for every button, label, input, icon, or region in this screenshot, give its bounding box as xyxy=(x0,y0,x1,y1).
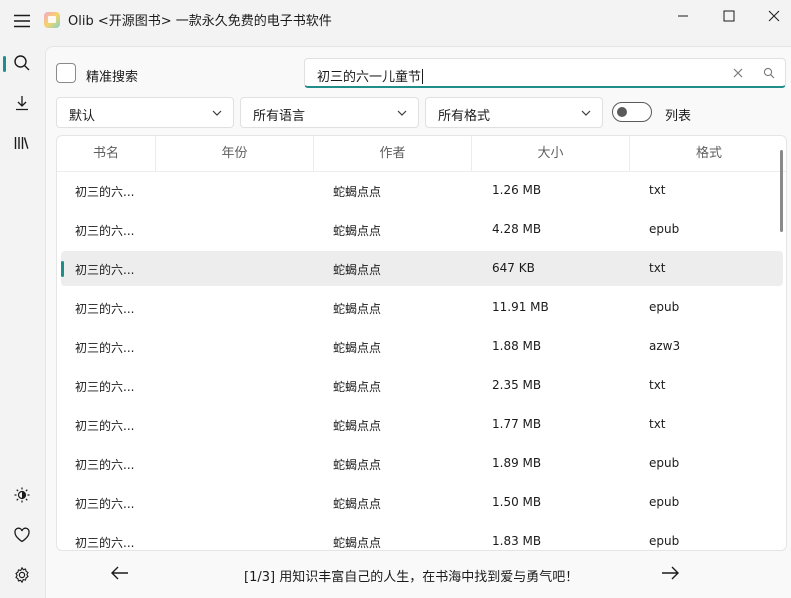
table-header: 书名 年份 作者 大小 格式 xyxy=(57,136,786,172)
format-value: 所有格式 xyxy=(438,109,491,124)
table-row[interactable]: 初三的六... 蛇蝎点点 4.28 MB epub xyxy=(61,212,783,247)
download-nav-button[interactable] xyxy=(4,86,40,120)
cell-size: 1.50 MB xyxy=(492,495,542,509)
cell-author: 蛇蝎点点 xyxy=(333,341,382,355)
cell-size: 647 KB xyxy=(492,261,535,275)
close-button[interactable] xyxy=(751,0,791,32)
cell-format: epub xyxy=(649,300,680,314)
search-icon[interactable] xyxy=(763,67,775,79)
cell-author: 蛇蝎点点 xyxy=(333,302,382,316)
table-row[interactable]: 初三的六... 蛇蝎点点 1.26 MB txt xyxy=(61,173,783,208)
cell-title: 初三的六... xyxy=(75,536,135,550)
column-header-author[interactable]: 作者 xyxy=(314,136,472,171)
column-header-title[interactable]: 书名 xyxy=(57,136,156,171)
previous-page-arrow-icon[interactable] xyxy=(108,562,132,584)
next-page-arrow-icon[interactable] xyxy=(658,562,682,584)
chevron-down-icon xyxy=(581,110,591,116)
library-nav-button[interactable] xyxy=(4,126,40,160)
favorites-nav-button[interactable] xyxy=(4,518,40,552)
clear-icon[interactable] xyxy=(731,66,745,80)
language-value: 所有语言 xyxy=(253,109,306,124)
download-icon xyxy=(16,96,28,111)
sidebar xyxy=(0,36,44,597)
chevron-down-icon xyxy=(397,110,407,116)
column-header-year[interactable]: 年份 xyxy=(156,136,314,171)
table-row[interactable]: 初三的六... 蛇蝎点点 2.35 MB txt xyxy=(61,368,783,403)
cell-author: 蛇蝎点点 xyxy=(333,458,382,472)
cell-title: 初三的六... xyxy=(75,263,135,277)
cell-format: epub xyxy=(649,495,680,509)
chevron-down-icon xyxy=(212,110,222,116)
column-header-size[interactable]: 大小 xyxy=(472,136,630,171)
theme-toggle-button[interactable] xyxy=(4,478,40,512)
sort-value: 默认 xyxy=(69,109,96,124)
cell-size: 11.91 MB xyxy=(492,300,549,314)
cell-title: 初三的六... xyxy=(75,341,135,355)
cell-title: 初三的六... xyxy=(75,458,135,472)
cell-size: 1.77 MB xyxy=(492,417,542,431)
cell-title: 初三的六... xyxy=(75,302,135,316)
cell-format: epub xyxy=(649,534,680,548)
cell-title: 初三的六... xyxy=(75,185,135,199)
cell-size: 4.28 MB xyxy=(492,222,542,236)
maximize-button[interactable] xyxy=(706,0,752,32)
exact-search-checkbox[interactable] xyxy=(56,63,76,83)
cell-size: 1.89 MB xyxy=(492,456,542,470)
minimize-button[interactable] xyxy=(660,0,706,32)
search-nav-button[interactable] xyxy=(4,46,40,80)
cell-title: 初三的六... xyxy=(75,419,135,433)
list-view-toggle[interactable] xyxy=(612,102,652,122)
hamburger-menu-icon[interactable] xyxy=(4,4,40,38)
cell-format: epub xyxy=(649,222,680,236)
search-input[interactable]: 初三的六一儿童节 xyxy=(304,58,786,88)
table-row[interactable]: 初三的六... 蛇蝎点点 1.88 MB azw3 xyxy=(61,329,783,364)
app-logo-icon xyxy=(44,12,60,28)
cell-format: epub xyxy=(649,456,680,470)
library-icon xyxy=(14,137,29,149)
format-select[interactable]: 所有格式 xyxy=(425,97,603,128)
language-select[interactable]: 所有语言 xyxy=(240,97,419,128)
cell-author: 蛇蝎点点 xyxy=(333,419,382,433)
cell-author: 蛇蝎点点 xyxy=(333,536,382,550)
cell-format: txt xyxy=(649,378,666,392)
cell-format: txt xyxy=(649,417,666,431)
list-view-label: 列表 xyxy=(665,109,692,124)
cell-format: txt xyxy=(649,261,666,275)
cell-format: azw3 xyxy=(649,339,681,353)
search-query: 初三的六一儿童节 xyxy=(317,69,424,85)
cell-title: 初三的六... xyxy=(75,497,135,511)
table-row[interactable]: 初三的六... 蛇蝎点点 1.50 MB epub xyxy=(61,485,783,520)
pagination-text: [1/3] 用知识丰富自己的人生，在书海中找到爱与勇气吧！ xyxy=(244,570,579,585)
cell-title: 初三的六... xyxy=(75,224,135,238)
table-row[interactable]: 初三的六... 蛇蝎点点 11.91 MB epub xyxy=(61,290,783,325)
results-table: 书名 年份 作者 大小 格式 初三的六... 蛇蝎点点 1.26 MB txt … xyxy=(56,135,787,551)
theme-icon xyxy=(14,487,30,503)
cell-author: 蛇蝎点点 xyxy=(333,224,382,238)
heart-icon xyxy=(14,527,30,543)
cell-author: 蛇蝎点点 xyxy=(333,497,382,511)
window-title: Olib <开源图书> 一款永久免费的电子书软件 xyxy=(68,14,332,29)
table-row-selected[interactable]: 初三的六... 蛇蝎点点 647 KB txt xyxy=(61,251,783,286)
table-row[interactable]: 初三的六... 蛇蝎点点 1.89 MB epub xyxy=(61,446,783,481)
cell-format: txt xyxy=(649,183,666,197)
cell-title: 初三的六... xyxy=(75,380,135,394)
column-header-format[interactable]: 格式 xyxy=(630,136,786,171)
table-row[interactable]: 初三的六... 蛇蝎点点 1.83 MB epub xyxy=(61,524,783,550)
cell-author: 蛇蝎点点 xyxy=(333,380,382,394)
table-row[interactable]: 初三的六... 蛇蝎点点 1.77 MB txt xyxy=(61,407,783,442)
cell-size: 1.88 MB xyxy=(492,339,542,353)
search-icon xyxy=(14,55,30,71)
sort-select[interactable]: 默认 xyxy=(56,97,234,128)
settings-icon xyxy=(15,566,29,584)
cell-size: 1.26 MB xyxy=(492,183,542,197)
cell-author: 蛇蝎点点 xyxy=(333,263,382,277)
settings-nav-button[interactable] xyxy=(4,558,40,592)
cell-size: 2.35 MB xyxy=(492,378,542,392)
cell-size: 1.83 MB xyxy=(492,534,542,548)
title-bar: Olib <开源图书> 一款永久免费的电子书软件 xyxy=(0,0,791,36)
table-scrollbar[interactable] xyxy=(780,150,783,232)
selection-indicator xyxy=(61,261,64,277)
exact-search-label: 精准搜索 xyxy=(86,70,139,85)
cell-author: 蛇蝎点点 xyxy=(333,185,382,199)
